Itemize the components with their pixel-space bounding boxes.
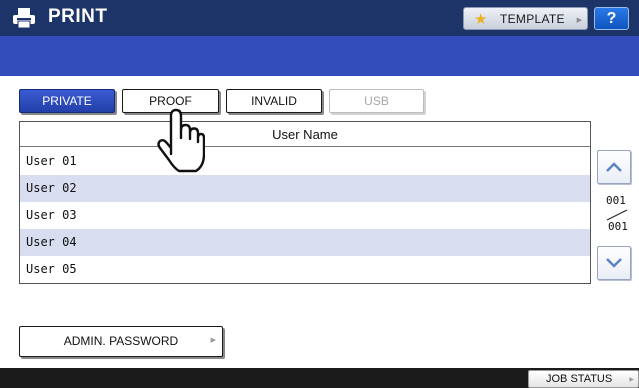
job-status-label: JOB STATUS bbox=[546, 373, 613, 385]
admin-password-button[interactable]: ADMIN. PASSWORD ▶ bbox=[19, 326, 223, 357]
template-button-label: TEMPLATE bbox=[500, 12, 565, 26]
admin-password-label: ADMIN. PASSWORD bbox=[63, 334, 179, 348]
table-row[interactable]: User 02 bbox=[20, 175, 590, 202]
scroll-down-button[interactable] bbox=[597, 246, 631, 280]
tab-usb: USB bbox=[329, 89, 424, 113]
chevron-up-icon bbox=[606, 162, 622, 172]
template-button[interactable]: ★ TEMPLATE ▶ bbox=[463, 7, 588, 30]
hand-pointer-icon bbox=[157, 108, 205, 173]
message-area bbox=[0, 36, 639, 76]
table-row[interactable]: User 05 bbox=[20, 256, 590, 283]
scroll-up-button[interactable] bbox=[597, 150, 631, 184]
tab-invalid[interactable]: INVALID bbox=[226, 89, 322, 113]
corner-arrow-icon: ▶ bbox=[576, 17, 582, 24]
star-icon: ★ bbox=[474, 11, 488, 28]
corner-arrow-icon: ▶ bbox=[629, 377, 634, 383]
printer-icon bbox=[13, 8, 35, 29]
user-table: User Name User 01 User 02 User 03 User 0… bbox=[19, 121, 591, 284]
column-header-user-name: User Name bbox=[20, 122, 590, 147]
help-button[interactable]: ? bbox=[594, 7, 629, 30]
tab-private[interactable]: PRIVATE bbox=[19, 89, 115, 113]
job-status-button[interactable]: JOB STATUS ▶ bbox=[528, 370, 639, 388]
corner-arrow-icon: ▶ bbox=[210, 337, 216, 344]
page-current: 001 bbox=[606, 194, 626, 207]
table-row[interactable]: User 04 bbox=[20, 229, 590, 256]
table-row[interactable]: User 03 bbox=[20, 202, 590, 229]
chevron-down-icon bbox=[606, 258, 622, 268]
page-title: PRINT bbox=[48, 6, 108, 27]
table-row[interactable]: User 01 bbox=[20, 148, 590, 175]
page-total: 001 bbox=[608, 220, 628, 233]
